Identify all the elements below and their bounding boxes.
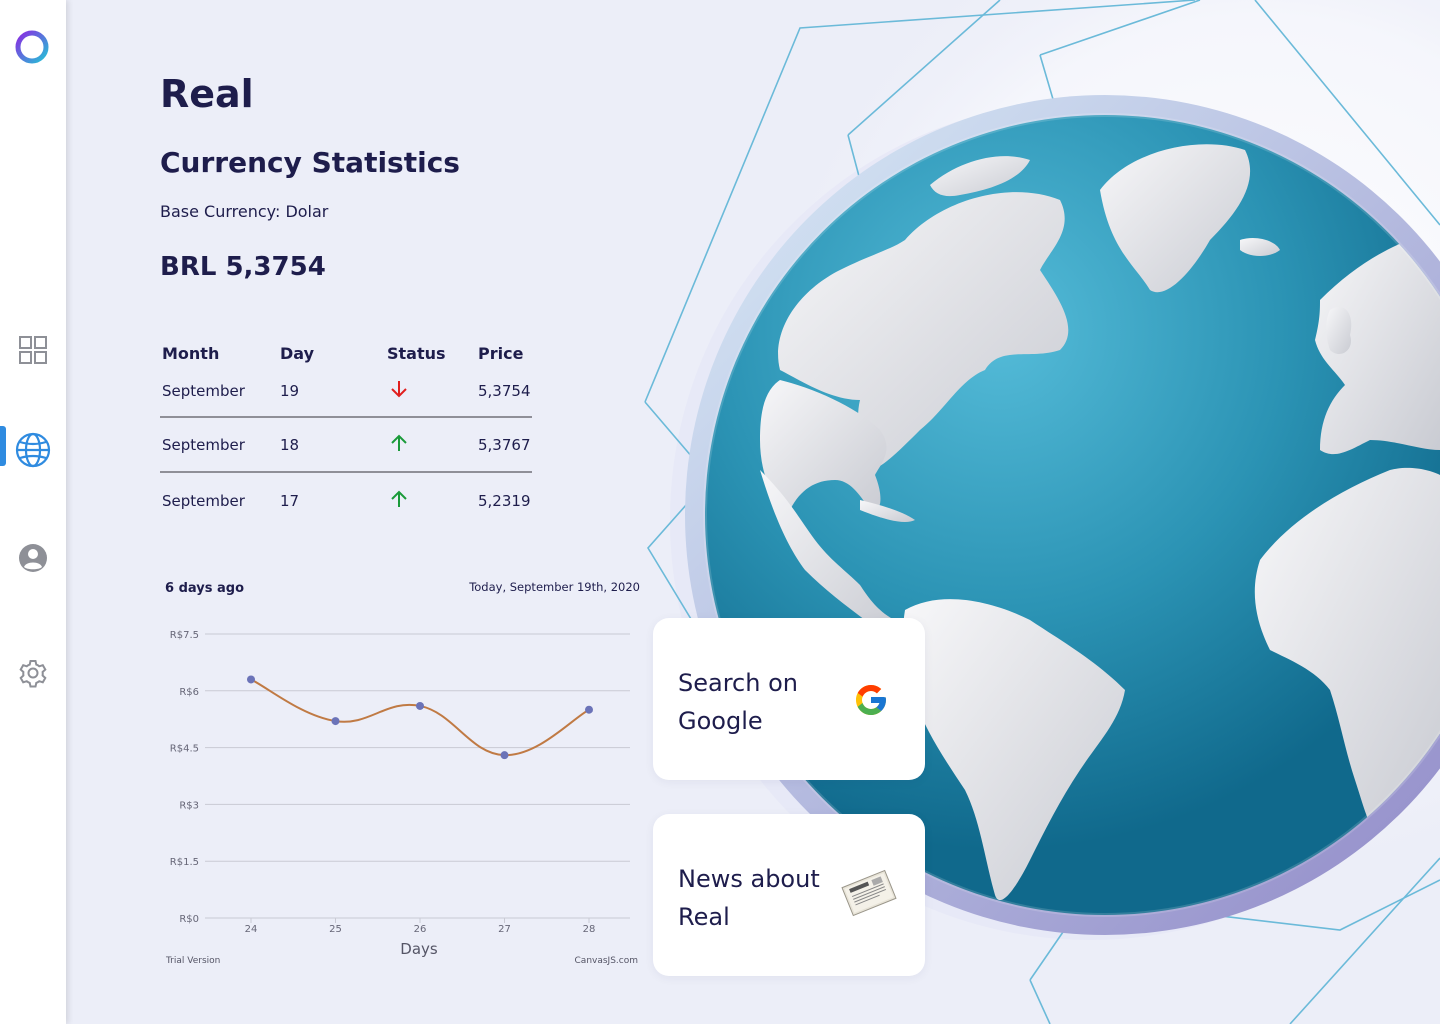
chart-header-right: Today, September 19th, 2020 <box>468 580 640 594</box>
y-tick-label: R$1.5 <box>170 857 199 868</box>
x-tick-label: 28 <box>583 924 596 935</box>
newspaper-icon <box>841 869 897 917</box>
x-tick-label: 27 <box>498 924 511 935</box>
chart-footer-right: CanvasJS.com <box>575 956 638 966</box>
cell-price: 5,3767 <box>478 435 531 454</box>
header-price: Price <box>478 343 524 363</box>
header-month: Month <box>162 343 220 363</box>
app-logo[interactable] <box>14 29 50 65</box>
y-tick-label: R$3 <box>179 800 199 811</box>
x-tick-label: 24 <box>245 924 258 935</box>
nav-profile[interactable] <box>0 534 66 582</box>
data-point <box>416 701 424 710</box>
rates-table: Month Day Status Price September 19 5,37… <box>160 340 532 528</box>
data-point <box>500 751 509 760</box>
base-currency: Base Currency: Dolar <box>160 202 329 221</box>
y-tick-label: R$4.5 <box>170 744 199 755</box>
table-row: September 19 5,3754 <box>160 366 532 418</box>
nav-settings[interactable] <box>0 649 66 697</box>
cell-price: 5,2319 <box>478 491 531 510</box>
cell-month: September <box>162 435 245 454</box>
logo-icon <box>15 30 49 64</box>
user-icon <box>19 544 47 572</box>
cell-status <box>387 433 478 457</box>
gear-icon <box>19 660 47 688</box>
data-point <box>247 675 255 684</box>
google-icon <box>856 685 886 715</box>
x-tick-label: 26 <box>414 924 427 935</box>
globe-icon <box>15 432 51 468</box>
cell-month: September <box>162 491 245 510</box>
x-tick-label: 25 <box>329 924 342 935</box>
cell-status <box>387 489 478 513</box>
arrow-down-icon <box>391 381 407 398</box>
y-tick-label: R$6 <box>179 687 199 698</box>
page-title: Real <box>160 72 254 116</box>
nav-world[interactable] <box>0 426 66 474</box>
cell-day: 19 <box>280 382 300 400</box>
news-card[interactable]: News about Real <box>653 814 925 976</box>
nav-dashboard[interactable] <box>0 326 66 374</box>
chart-header-left: 6 days ago <box>165 581 244 596</box>
cell-day: 18 <box>280 435 300 454</box>
cell-month: September <box>162 382 245 400</box>
arrow-up-icon <box>391 434 407 451</box>
cell-status <box>387 379 478 403</box>
page-subtitle: Currency Statistics <box>160 146 460 179</box>
arrow-up-icon <box>391 490 407 507</box>
header-status: Status <box>387 343 446 363</box>
y-tick-label: R$0 <box>179 914 199 925</box>
sidebar <box>0 0 66 1024</box>
cell-day: 17 <box>280 491 300 510</box>
table-row: September 18 5,3767 <box>160 418 532 473</box>
news-label: News about Real <box>678 865 820 931</box>
current-rate: BRL 5,3754 <box>160 252 326 282</box>
grid-icon <box>19 336 47 364</box>
search-google-label: Search on Google <box>678 669 798 735</box>
search-google-card[interactable]: Search on Google <box>653 618 925 780</box>
table-row: September 17 5,2319 <box>160 473 532 528</box>
chart-xlabel: Days <box>400 940 438 958</box>
chart-footer-left: Trial Version <box>165 956 220 966</box>
chart-svg: 6 days ago Today, September 19th, 2020 R… <box>165 580 640 966</box>
price-chart: 6 days ago Today, September 19th, 2020 R… <box>160 570 650 974</box>
table-header: Month Day Status Price <box>160 340 532 366</box>
data-point <box>585 705 593 714</box>
header-day: Day <box>280 343 315 363</box>
cell-price: 5,3754 <box>478 382 531 400</box>
y-tick-label: R$7.5 <box>170 630 199 641</box>
data-point <box>331 717 340 726</box>
